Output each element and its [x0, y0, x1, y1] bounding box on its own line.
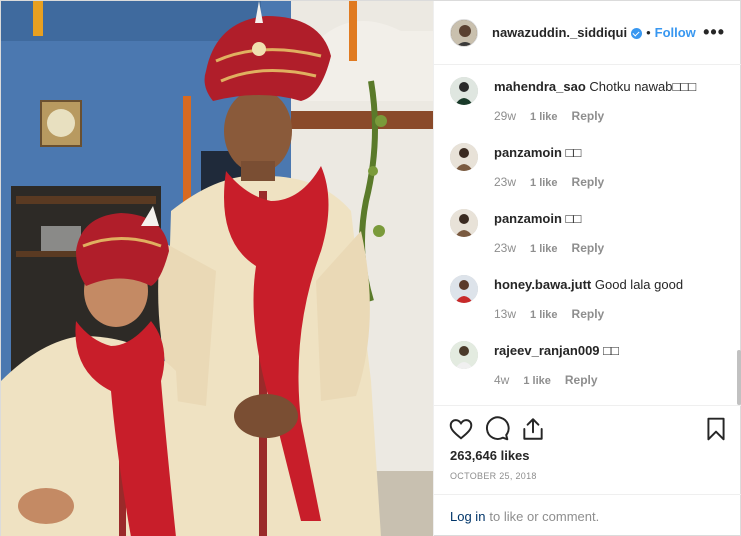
comment-likes[interactable]: 1 like [530, 177, 558, 189]
comment-item: rajeev_ranjan009 □□ 4w 1 like Reply [450, 329, 735, 389]
commenter-avatar[interactable] [450, 143, 478, 171]
author-avatar[interactable] [450, 18, 478, 47]
more-options-icon[interactable]: ••• [703, 23, 725, 41]
follow-button[interactable]: Follow [655, 25, 696, 40]
comment-item: panzamoin □□ 23w 1 like Reply [450, 131, 735, 191]
comment-meta: 29w 1 like Reply [494, 109, 618, 123]
bookmark-icon[interactable] [703, 416, 729, 442]
post-header: nawazuddin._siddiqui • Follow ••• [434, 1, 741, 65]
comment-text: honey.bawa.jutt Good lala good [494, 277, 683, 293]
comment-text: mahendra_sao Chotku nawab□□□ [494, 79, 696, 95]
verified-badge-icon [631, 28, 643, 39]
comment-age[interactable]: 23w [494, 241, 516, 255]
post-photo[interactable] [1, 1, 433, 536]
reply-button[interactable]: Reply [572, 241, 605, 255]
post-sidebar: nawazuddin._siddiqui • Follow ••• mahend… [433, 1, 741, 536]
comment-body: □□ [603, 343, 619, 358]
login-prompt: Log in to like or comment. [434, 494, 741, 536]
commenter-avatar[interactable] [450, 209, 478, 237]
comment-likes[interactable]: 1 like [530, 243, 558, 255]
comment-likes[interactable]: 1 like [530, 111, 558, 123]
comment-age[interactable]: 13w [494, 307, 516, 321]
comment-meta: 23w 1 like Reply [494, 175, 618, 189]
comment-body: Good lala good [594, 277, 684, 292]
comment-body: Chotku nawab□□□ [589, 79, 697, 94]
comment-age[interactable]: 4w [494, 373, 509, 387]
comment-likes[interactable]: 1 like [523, 375, 551, 387]
post-actions: 263,646 likes OCTOBER 25, 2018 Log in to… [434, 405, 741, 536]
reply-button[interactable]: Reply [565, 373, 598, 387]
commenter-avatar-image [450, 209, 478, 237]
comment-meta: 13w 1 like Reply [494, 307, 618, 321]
comment-icon[interactable] [484, 416, 510, 442]
action-icons [448, 416, 729, 444]
comment-item: panzamoin □□ 23w 1 like Reply [450, 197, 735, 257]
post-image [1, 1, 433, 536]
comment-item: honey.bawa.jutt Good lala good 13w 1 like… [450, 263, 735, 323]
commenter-avatar[interactable] [450, 275, 478, 303]
commenter-avatar-image [450, 143, 478, 171]
commenter-avatar-image [450, 275, 478, 303]
comment-text: panzamoin □□ [494, 211, 581, 227]
comments-scrollbar[interactable] [737, 350, 741, 405]
comment-age[interactable]: 23w [494, 175, 516, 189]
post-date[interactable]: OCTOBER 25, 2018 [450, 471, 537, 481]
header-separator: • [646, 25, 651, 40]
commenter-avatar[interactable] [450, 77, 478, 105]
reply-button[interactable]: Reply [572, 109, 605, 123]
share-icon[interactable] [520, 416, 546, 442]
comment-meta: 23w 1 like Reply [494, 241, 618, 255]
comment-item: mahendra_sao Chotku nawab□□□ 29w 1 like Re… [450, 65, 735, 125]
comment-age[interactable]: 29w [494, 109, 516, 123]
comment-username[interactable]: panzamoin [494, 145, 562, 160]
login-prompt-text: to like or comment. [489, 509, 600, 524]
comment-username[interactable]: honey.bawa.jutt [494, 277, 591, 292]
heart-icon[interactable] [448, 416, 474, 442]
comments-list[interactable]: mahendra_sao Chotku nawab□□□ 29w 1 like Re… [434, 65, 741, 405]
comment-text: panzamoin □□ [494, 145, 581, 161]
comment-meta: 4w 1 like Reply [494, 373, 612, 387]
instagram-post: nawazuddin._siddiqui • Follow ••• mahend… [0, 0, 741, 536]
reply-button[interactable]: Reply [572, 175, 605, 189]
login-link[interactable]: Log in [450, 509, 485, 524]
comment-body: □□ [565, 211, 582, 226]
comment-username[interactable]: rajeev_ranjan009 [494, 343, 600, 358]
likes-count[interactable]: 263,646 likes [450, 448, 530, 463]
comment-username[interactable]: mahendra_sao [494, 79, 586, 94]
reply-button[interactable]: Reply [572, 307, 605, 321]
comment-likes[interactable]: 1 like [530, 309, 558, 321]
author-avatar-image [451, 19, 477, 46]
commenter-avatar-image [450, 341, 478, 369]
comment-body: □□ [565, 145, 582, 160]
author-username[interactable]: nawazuddin._siddiqui [492, 25, 627, 40]
comment-username[interactable]: panzamoin [494, 211, 562, 226]
commenter-avatar[interactable] [450, 341, 478, 369]
commenter-avatar-image [450, 77, 478, 105]
comment-text: rajeev_ranjan009 □□ [494, 343, 619, 359]
